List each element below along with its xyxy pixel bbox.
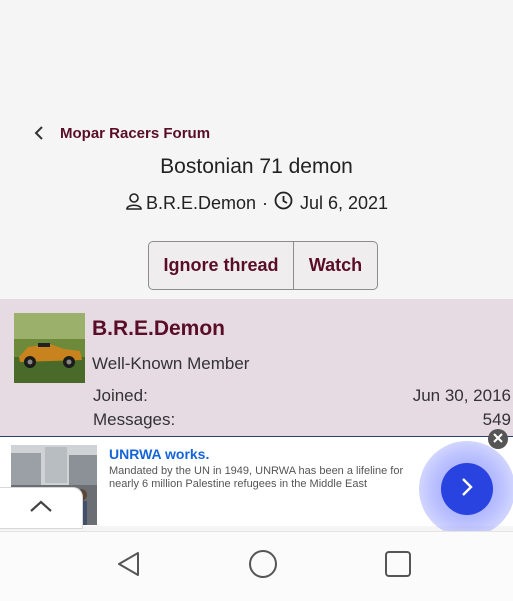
user-icon [125, 192, 146, 215]
recents-button[interactable] [381, 549, 415, 583]
thread-meta: B.R.E.Demon · Jul 6, 2021 [0, 191, 513, 215]
joined-row: Joined: Jun 30, 2016 [93, 386, 511, 406]
close-icon [493, 430, 503, 448]
messages-label: Messages: [93, 410, 176, 429]
chevron-up-icon [29, 499, 53, 518]
chevron-right-icon [458, 476, 476, 503]
watch-button[interactable]: Watch [294, 242, 377, 289]
avatar[interactable] [14, 313, 85, 383]
back-icon [114, 549, 144, 584]
recents-icon [383, 549, 413, 584]
post-author-panel: B.R.E.Demon Well-Known Member Joined: Ju… [0, 299, 513, 439]
home-icon [247, 548, 279, 585]
thread-title: Bostonian 71 demon [160, 155, 353, 178]
ignore-thread-button[interactable]: Ignore thread [149, 242, 294, 289]
thread-actions: Ignore thread Watch [148, 241, 378, 290]
ad-title[interactable]: UNRWA works. [109, 446, 209, 462]
ad-close-button[interactable] [488, 429, 508, 449]
meta-separator: · [261, 192, 268, 213]
ad-go-button[interactable] [441, 463, 493, 515]
joined-value: Jun 30, 2016 [412, 386, 511, 405]
thread-author[interactable]: B.R.E.Demon [146, 193, 256, 214]
messages-row: Messages: 549 [93, 410, 511, 430]
breadcrumb-label[interactable]: Mopar Racers Forum [60, 125, 210, 142]
breadcrumb[interactable]: Mopar Racers Forum [34, 123, 210, 143]
home-button[interactable] [246, 549, 280, 583]
clock-icon [274, 191, 296, 215]
back-button[interactable] [112, 549, 146, 583]
ad-description: Mandated by the UN in 1949, UNRWA has be… [109, 465, 404, 490]
joined-label: Joined: [93, 386, 148, 405]
post-username[interactable]: B.R.E.Demon [92, 317, 225, 341]
user-title: Well-Known Member [92, 354, 250, 373]
messages-value[interactable]: 549 [483, 410, 511, 430]
scroll-to-top-button[interactable] [0, 487, 83, 529]
chevron-left-icon [34, 123, 48, 143]
thread-date[interactable]: Jul 6, 2021 [300, 193, 388, 214]
system-nav-bar [0, 531, 513, 601]
